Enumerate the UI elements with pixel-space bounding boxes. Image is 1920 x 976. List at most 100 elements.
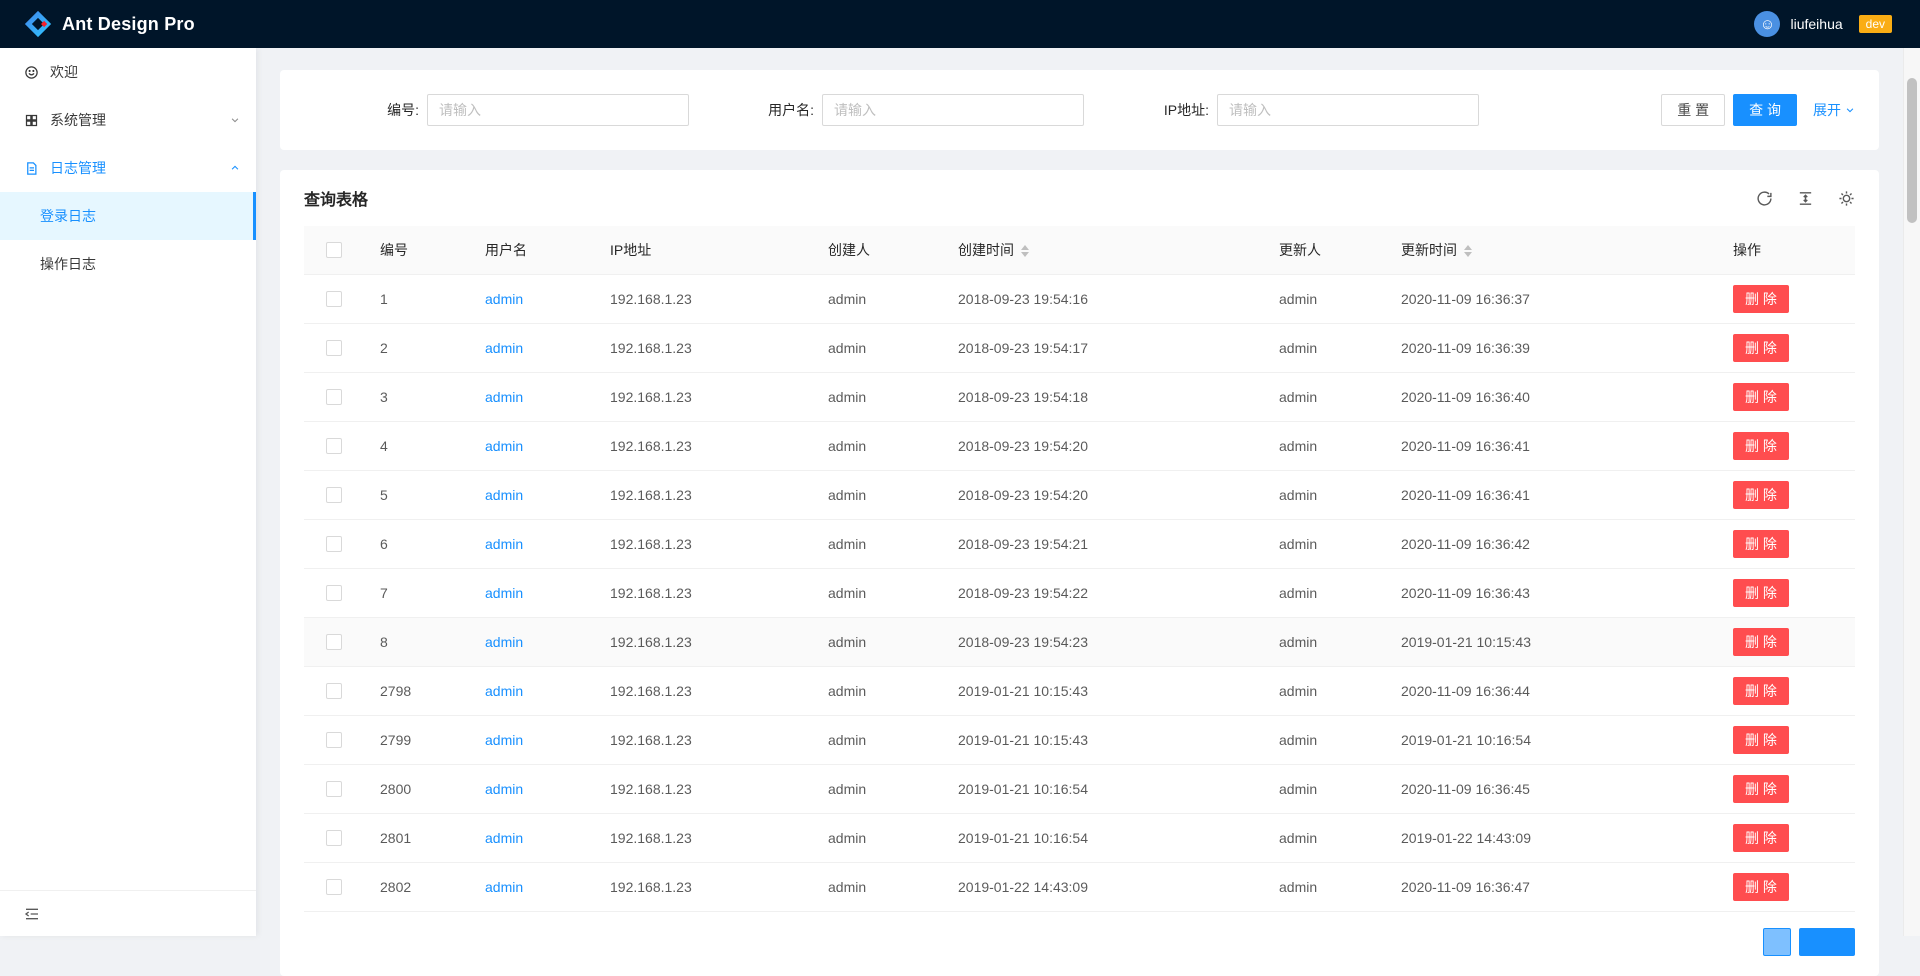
pagination-page[interactable]: [1763, 928, 1791, 956]
delete-button[interactable]: 删 除: [1733, 285, 1789, 313]
sidebar-item-login-log[interactable]: 登录日志: [0, 192, 256, 240]
sidebar-item-label: 操作日志: [40, 254, 96, 274]
cell-username-link[interactable]: admin: [469, 274, 594, 323]
cell-username-link[interactable]: admin: [469, 862, 594, 911]
cell-updater: admin: [1263, 323, 1385, 372]
username[interactable]: liufeihua: [1790, 16, 1842, 32]
column-header-updated[interactable]: 更新时间: [1385, 226, 1717, 274]
delete-button[interactable]: 删 除: [1733, 432, 1789, 460]
user-avatar[interactable]: ☺: [1754, 11, 1780, 37]
row-checkbox[interactable]: [326, 683, 342, 699]
cell-username-link[interactable]: admin: [469, 568, 594, 617]
column-height-icon[interactable]: [1797, 190, 1814, 207]
cell-username-link[interactable]: admin: [469, 813, 594, 862]
column-header-actions: 操作: [1717, 226, 1855, 274]
cell-updated: 2019-01-21 10:16:54: [1385, 715, 1717, 764]
cell-id: 3: [364, 372, 469, 421]
cell-id: 5: [364, 470, 469, 519]
cell-ip: 192.168.1.23: [594, 813, 812, 862]
search-field-id: 编号:: [304, 94, 689, 126]
column-header-created[interactable]: 创建时间: [942, 226, 1263, 274]
cell-updater: admin: [1263, 715, 1385, 764]
reload-icon[interactable]: [1756, 190, 1773, 207]
row-checkbox[interactable]: [326, 879, 342, 895]
sidebar-item-system[interactable]: 系统管理: [0, 96, 256, 144]
id-input[interactable]: [427, 94, 689, 126]
row-checkbox[interactable]: [326, 830, 342, 846]
cell-updated: 2020-11-09 16:36:42: [1385, 519, 1717, 568]
delete-button[interactable]: 删 除: [1733, 383, 1789, 411]
cell-username-link[interactable]: admin: [469, 666, 594, 715]
reset-button[interactable]: 重 置: [1661, 94, 1725, 126]
file-text-icon: [24, 161, 40, 176]
row-checkbox[interactable]: [326, 487, 342, 503]
sidebar-item-log[interactable]: 日志管理: [0, 144, 256, 192]
delete-button[interactable]: 删 除: [1733, 775, 1789, 803]
cell-updater: admin: [1263, 666, 1385, 715]
row-checkbox[interactable]: [326, 781, 342, 797]
cell-ip: 192.168.1.23: [594, 274, 812, 323]
cell-creator: admin: [812, 862, 942, 911]
query-button[interactable]: 查 询: [1733, 94, 1797, 126]
select-all-checkbox[interactable]: [326, 242, 342, 258]
logo-icon: [24, 10, 52, 38]
delete-button[interactable]: 删 除: [1733, 334, 1789, 362]
sort-icon[interactable]: [1464, 245, 1472, 257]
row-checkbox[interactable]: [326, 585, 342, 601]
cell-ip: 192.168.1.23: [594, 323, 812, 372]
cell-creator: admin: [812, 666, 942, 715]
delete-button[interactable]: 删 除: [1733, 481, 1789, 509]
row-checkbox[interactable]: [326, 438, 342, 454]
expand-toggle[interactable]: 展开: [1813, 100, 1855, 120]
row-checkbox[interactable]: [326, 340, 342, 356]
cell-created: 2018-09-23 19:54:23: [942, 617, 1263, 666]
row-checkbox[interactable]: [326, 389, 342, 405]
delete-button[interactable]: 删 除: [1733, 579, 1789, 607]
cell-updated: 2020-11-09 16:36:39: [1385, 323, 1717, 372]
row-checkbox[interactable]: [326, 634, 342, 650]
row-checkbox[interactable]: [326, 291, 342, 307]
pagination: [280, 928, 1855, 956]
cell-updated: 2020-11-09 16:36:41: [1385, 421, 1717, 470]
row-checkbox[interactable]: [326, 536, 342, 552]
cell-username-link[interactable]: admin: [469, 764, 594, 813]
sidebar-item-welcome[interactable]: 欢迎: [0, 48, 256, 96]
cell-updater: admin: [1263, 519, 1385, 568]
row-checkbox[interactable]: [326, 732, 342, 748]
delete-button[interactable]: 删 除: [1733, 824, 1789, 852]
vertical-scrollbar[interactable]: [1903, 48, 1920, 936]
delete-button[interactable]: 删 除: [1733, 530, 1789, 558]
cell-username-link[interactable]: admin: [469, 372, 594, 421]
delete-button[interactable]: 删 除: [1733, 628, 1789, 656]
delete-button[interactable]: 删 除: [1733, 726, 1789, 754]
cell-ip: 192.168.1.23: [594, 764, 812, 813]
cell-username-link[interactable]: admin: [469, 519, 594, 568]
table-row: 2801 admin 192.168.1.23 admin 2019-01-21…: [304, 813, 1855, 862]
cell-id: 1: [364, 274, 469, 323]
delete-button[interactable]: 删 除: [1733, 873, 1789, 901]
pagination-button[interactable]: [1799, 928, 1855, 956]
sidebar-item-operation-log[interactable]: 操作日志: [0, 240, 256, 288]
settings-icon[interactable]: [1838, 190, 1855, 207]
ip-input[interactable]: [1217, 94, 1479, 126]
scrollbar-thumb[interactable]: [1907, 78, 1917, 223]
cell-username-link[interactable]: admin: [469, 617, 594, 666]
chevron-up-icon: [230, 163, 240, 173]
smile-icon: [24, 65, 40, 80]
cell-id: 6: [364, 519, 469, 568]
delete-button[interactable]: 删 除: [1733, 677, 1789, 705]
cell-created: 2019-01-21 10:15:43: [942, 666, 1263, 715]
cell-creator: admin: [812, 764, 942, 813]
sort-icon[interactable]: [1021, 245, 1029, 257]
cell-updated: 2020-11-09 16:36:37: [1385, 274, 1717, 323]
cell-username-link[interactable]: admin: [469, 323, 594, 372]
field-label: IP地址:: [1164, 100, 1209, 120]
username-input[interactable]: [822, 94, 1084, 126]
app-header: Ant Design Pro ☺ liufeihua dev: [0, 0, 1920, 48]
cell-username-link[interactable]: admin: [469, 421, 594, 470]
cell-username-link[interactable]: admin: [469, 470, 594, 519]
field-label: 用户名:: [768, 100, 814, 120]
app-logo[interactable]: Ant Design Pro: [24, 10, 195, 38]
cell-username-link[interactable]: admin: [469, 715, 594, 764]
sidebar-collapse-trigger[interactable]: [0, 890, 256, 936]
